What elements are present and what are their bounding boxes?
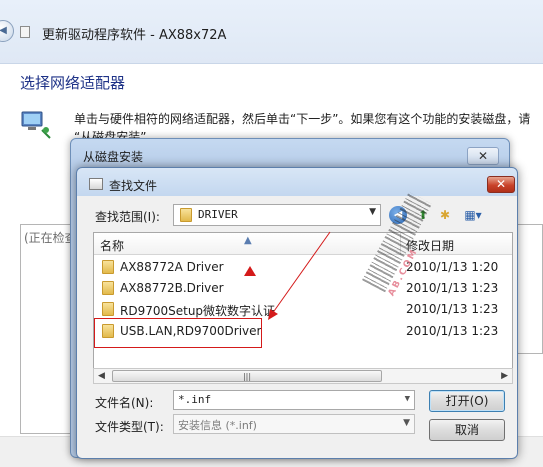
filename-label: 文件名(N): — [95, 396, 154, 410]
look-in-label: 查找范围(I): — [95, 210, 160, 224]
sort-ascending-icon: ▲ — [244, 235, 252, 246]
folder-icon — [102, 302, 114, 316]
filename-input[interactable]: *.inf ▼ — [173, 390, 415, 410]
open-button[interactable]: 打开(O) — [429, 390, 505, 412]
disk-dialog-title: 从磁盘安装 — [83, 150, 144, 164]
folder-icon — [102, 281, 114, 295]
annotation-highlight-box — [94, 318, 262, 348]
filetype-select[interactable]: 安装信息 (*.inf) ▼ — [173, 414, 415, 434]
chevron-down-icon[interactable]: ▼ — [405, 394, 410, 404]
checking-status: (正在检查 — [24, 231, 77, 245]
instruction-line-1: 单击与硬件相符的网络适配器，然后单击“下一步”。如果您有这个功能的安装磁盘，请 — [74, 112, 531, 126]
device-icon — [20, 26, 30, 38]
file-name: AX88772B.Driver — [120, 281, 224, 295]
scroll-right-icon[interactable]: ▶ — [501, 369, 508, 383]
chevron-down-icon[interactable]: ▼ — [403, 418, 410, 428]
file-name: AX88772A Driver — [120, 260, 224, 274]
scrollbar-thumb[interactable]: ||| — [112, 370, 382, 382]
dialog-app-icon — [89, 178, 103, 190]
main-titlebar: ◀ 更新驱动程序软件 - AX88x72A — [0, 0, 543, 64]
network-adapter-icon — [21, 111, 51, 139]
column-header-name[interactable]: 名称 — [100, 237, 124, 254]
back-arrow-icon[interactable]: ◀ — [0, 20, 14, 42]
look-in-combobox[interactable]: DRIVER ▼ — [173, 204, 381, 226]
window-title: 更新驱动程序软件 - AX88x72A — [42, 28, 227, 43]
filename-value: *.inf — [178, 393, 212, 406]
filetype-label: 文件类型(T): — [95, 420, 164, 434]
file-name: RD9700Setup微软数字认证 — [120, 304, 276, 318]
folder-icon — [102, 260, 114, 274]
find-dialog-title: 查找文件 — [109, 179, 158, 193]
look-in-value: DRIVER — [198, 208, 238, 221]
chevron-down-icon[interactable]: ▼ — [369, 207, 376, 217]
page-heading: 选择网络适配器 — [20, 74, 126, 92]
folder-icon — [180, 208, 192, 222]
horizontal-scrollbar[interactable]: ◀ ||| ▶ — [93, 368, 513, 384]
cancel-button[interactable]: 取消 — [429, 419, 505, 441]
scroll-left-icon[interactable]: ◀ — [98, 369, 105, 383]
disk-dialog-close-button[interactable]: ✕ — [467, 147, 499, 165]
filetype-value: 安装信息 (*.inf) — [178, 419, 257, 432]
